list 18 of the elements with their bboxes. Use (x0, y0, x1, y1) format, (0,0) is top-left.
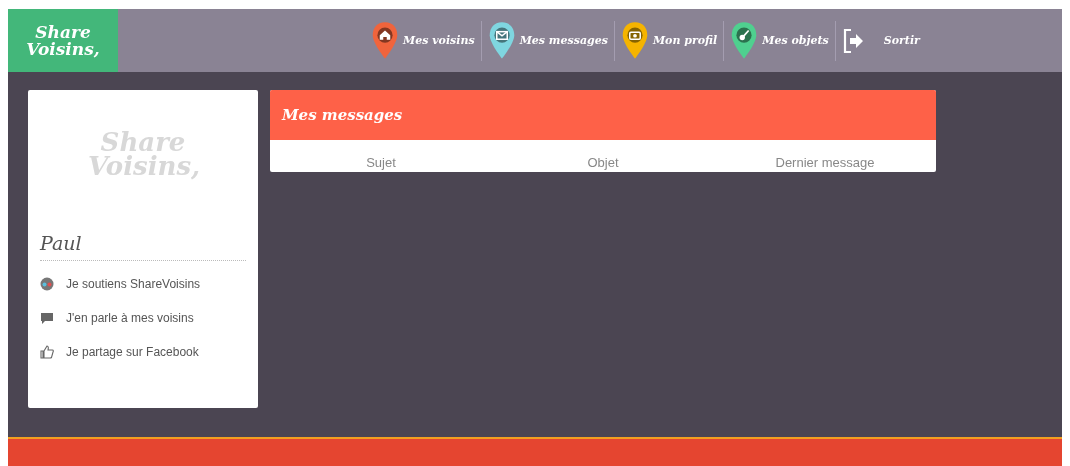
speech-bubble-icon (40, 311, 54, 325)
thumbs-up-icon (40, 345, 54, 359)
nav-link[interactable]: Sortir (834, 20, 926, 61)
nav-link[interactable]: Mes objets (723, 20, 835, 61)
column-header: Dernier message (774, 155, 876, 170)
user-name: Paul (40, 232, 246, 261)
share-link[interactable]: Je soutiens ShareVoisins (40, 277, 246, 291)
column-header: Sujet (365, 155, 397, 170)
share-link[interactable]: J'en parle à mes voisins (40, 311, 246, 325)
glasses-icon (40, 277, 54, 291)
sharevoisins-logo[interactable]: Share Voisins, (8, 9, 118, 72)
panel-title: Mes messages (270, 90, 936, 140)
nav-link[interactable]: Mon profil (613, 20, 724, 61)
exit-icon (841, 27, 866, 54)
share-link[interactable]: Je partage sur Facebook (40, 345, 246, 359)
nav-link[interactable]: Mes messages (480, 20, 614, 61)
column-header: Objet (586, 155, 620, 170)
nav-link[interactable]: Mes voisins (365, 20, 481, 61)
